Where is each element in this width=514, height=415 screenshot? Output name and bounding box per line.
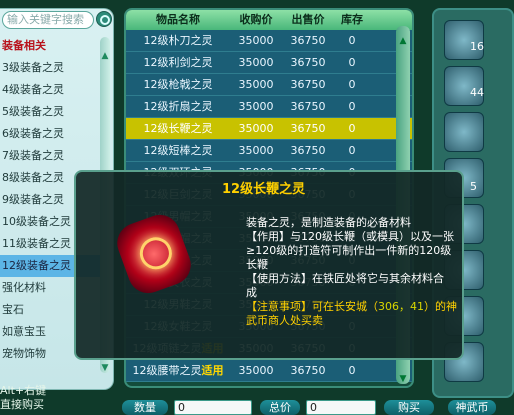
item-name: 12级短棒之灵 xyxy=(126,140,230,161)
slot-count: 16 xyxy=(470,40,484,53)
table-header: 物品名称 收购价 出售价 库存 xyxy=(126,10,412,30)
sell-price: 36750 xyxy=(290,34,326,47)
tooltip-line: 【作用】与120级长鞭（或模具）以及一张 xyxy=(246,230,454,243)
stock-count: 0 xyxy=(348,364,356,377)
header-name: 物品名称 xyxy=(156,13,200,26)
sell-price: 36750 xyxy=(290,78,326,91)
item-suffix: 适用 xyxy=(201,364,224,377)
stock-count: 0 xyxy=(348,56,356,69)
item-name: 12级长鞭之灵 xyxy=(126,118,230,139)
stock-count: 0 xyxy=(348,78,356,91)
table-row[interactable]: 12级枪戟之灵 35000 36750 0 xyxy=(126,74,412,96)
scroll-down-icon[interactable]: ▼ xyxy=(100,363,110,373)
item-name-text: 12级枪戟之灵 xyxy=(143,78,213,91)
tooltip-line: 【使用方法】在铁匠处将它与其余材料合 xyxy=(246,272,444,285)
stock-count: 0 xyxy=(348,122,356,135)
item-name: 12级利剑之灵 xyxy=(126,52,230,73)
inventory-slot[interactable] xyxy=(444,112,484,152)
sell-price: 36750 xyxy=(290,144,326,157)
header-sell: 出售价 xyxy=(291,13,325,26)
tooltip-note: 【注意事项】可在长安城（306，41）的神 xyxy=(246,300,460,314)
category-item[interactable]: 5级装备之灵 xyxy=(0,101,100,123)
slot-count: 44 xyxy=(470,86,484,99)
item-name: 12级枪戟之灵 xyxy=(126,74,230,95)
sell-price: 36750 xyxy=(290,100,326,113)
item-name-text: 12级折扇之灵 xyxy=(143,100,213,113)
item-name-text: 12级长鞭之灵 xyxy=(143,122,213,135)
search-icon[interactable] xyxy=(96,11,112,27)
slot-count: 5 xyxy=(470,180,477,193)
table-row[interactable]: 12级腰带之灵适用 35000 36750 0 xyxy=(126,360,412,382)
total-field: 0 xyxy=(306,400,376,415)
buy-price: 35000 xyxy=(238,144,274,157)
equipment-spirit-icon xyxy=(111,209,197,299)
note-suffix: ）的神 xyxy=(424,300,457,313)
table-scroll-up-icon[interactable]: ▲ xyxy=(398,36,408,46)
category-item[interactable]: 装备相关 xyxy=(0,35,100,57)
tooltip-line: 长鞭 xyxy=(246,258,268,271)
hint-line: Alt+右键 xyxy=(0,384,47,397)
sell-price: 36750 xyxy=(290,122,326,135)
table-row[interactable]: 12级长鞭之灵 35000 36750 0 xyxy=(126,118,412,140)
item-name-text: 12级腰带之灵 xyxy=(132,364,202,377)
bottom-bar: 数量 0 总价 0 购买 神武币 xyxy=(120,400,514,415)
sell-price: 36750 xyxy=(290,364,326,377)
table-row[interactable]: 12级折扇之灵 35000 36750 0 xyxy=(126,96,412,118)
buy-price: 35000 xyxy=(238,56,274,69)
buy-price: 35000 xyxy=(238,364,274,377)
stock-count: 0 xyxy=(348,34,356,47)
table-row[interactable]: 12级利剑之灵 35000 36750 0 xyxy=(126,52,412,74)
item-name: 12级折扇之灵 xyxy=(126,96,230,117)
category-item[interactable]: 4级装备之灵 xyxy=(0,79,100,101)
stock-count: 0 xyxy=(348,100,356,113)
item-name-text: 12级利剑之灵 xyxy=(143,56,213,69)
tooltip-note-line2: 武币商人处买卖 xyxy=(246,314,323,327)
note-coordinate: 306，41 xyxy=(378,300,424,313)
sell-price: 36750 xyxy=(290,56,326,69)
tooltip-line: ≥120级的打造符可制作出一件新的120级 xyxy=(246,244,452,257)
category-item[interactable]: 6级装备之灵 xyxy=(0,123,100,145)
note-prefix: 【注意事项】可在长安城（ xyxy=(246,300,378,313)
category-item[interactable]: 7级装备之灵 xyxy=(0,145,100,167)
table-scroll-down-icon[interactable]: ▼ xyxy=(398,374,408,384)
quantity-field[interactable]: 0 xyxy=(174,400,252,415)
tooltip-title: 12级长鞭之灵 xyxy=(222,182,306,197)
item-tooltip: 12级长鞭之灵 装备之灵，是制造装备的必备材料 【作用】与120级长鞭（或模具）… xyxy=(74,170,464,360)
buy-price: 35000 xyxy=(238,100,274,113)
tooltip-description: 装备之灵，是制造装备的必备材料 【作用】与120级长鞭（或模具）以及一张 ≥12… xyxy=(246,216,460,328)
table-row[interactable]: 12级朴刀之灵 35000 36750 0 xyxy=(126,30,412,52)
scroll-up-icon[interactable]: ▲ xyxy=(100,51,110,61)
category-item[interactable]: 3级装备之灵 xyxy=(0,57,100,79)
item-name: 12级腰带之灵适用 xyxy=(126,360,230,381)
buy-button[interactable]: 购买 xyxy=(384,400,434,415)
tooltip-line: 成 xyxy=(246,286,257,299)
tooltip-line: 装备之灵，是制造装备的必备材料 xyxy=(246,216,411,229)
quantity-label: 数量 xyxy=(122,400,168,415)
hint-line: 直接购买 xyxy=(0,398,44,411)
item-name-text: 12级朴刀之灵 xyxy=(143,34,213,47)
search-input[interactable]: 输入关键字搜索 xyxy=(2,11,94,29)
purchase-hint: Alt+右键 直接购买 xyxy=(0,384,120,412)
total-label: 总价 xyxy=(260,400,300,415)
header-stock: 库存 xyxy=(341,13,363,26)
header-buy: 收购价 xyxy=(239,13,273,26)
table-row[interactable]: 12级短棒之灵 35000 36750 0 xyxy=(126,140,412,162)
stock-count: 0 xyxy=(348,144,356,157)
buy-price: 35000 xyxy=(238,34,274,47)
currency-label: 神武币 xyxy=(448,400,496,415)
item-name-text: 12级短棒之灵 xyxy=(143,144,213,157)
buy-price: 35000 xyxy=(238,122,274,135)
buy-price: 35000 xyxy=(238,78,274,91)
item-name: 12级朴刀之灵 xyxy=(126,30,230,51)
